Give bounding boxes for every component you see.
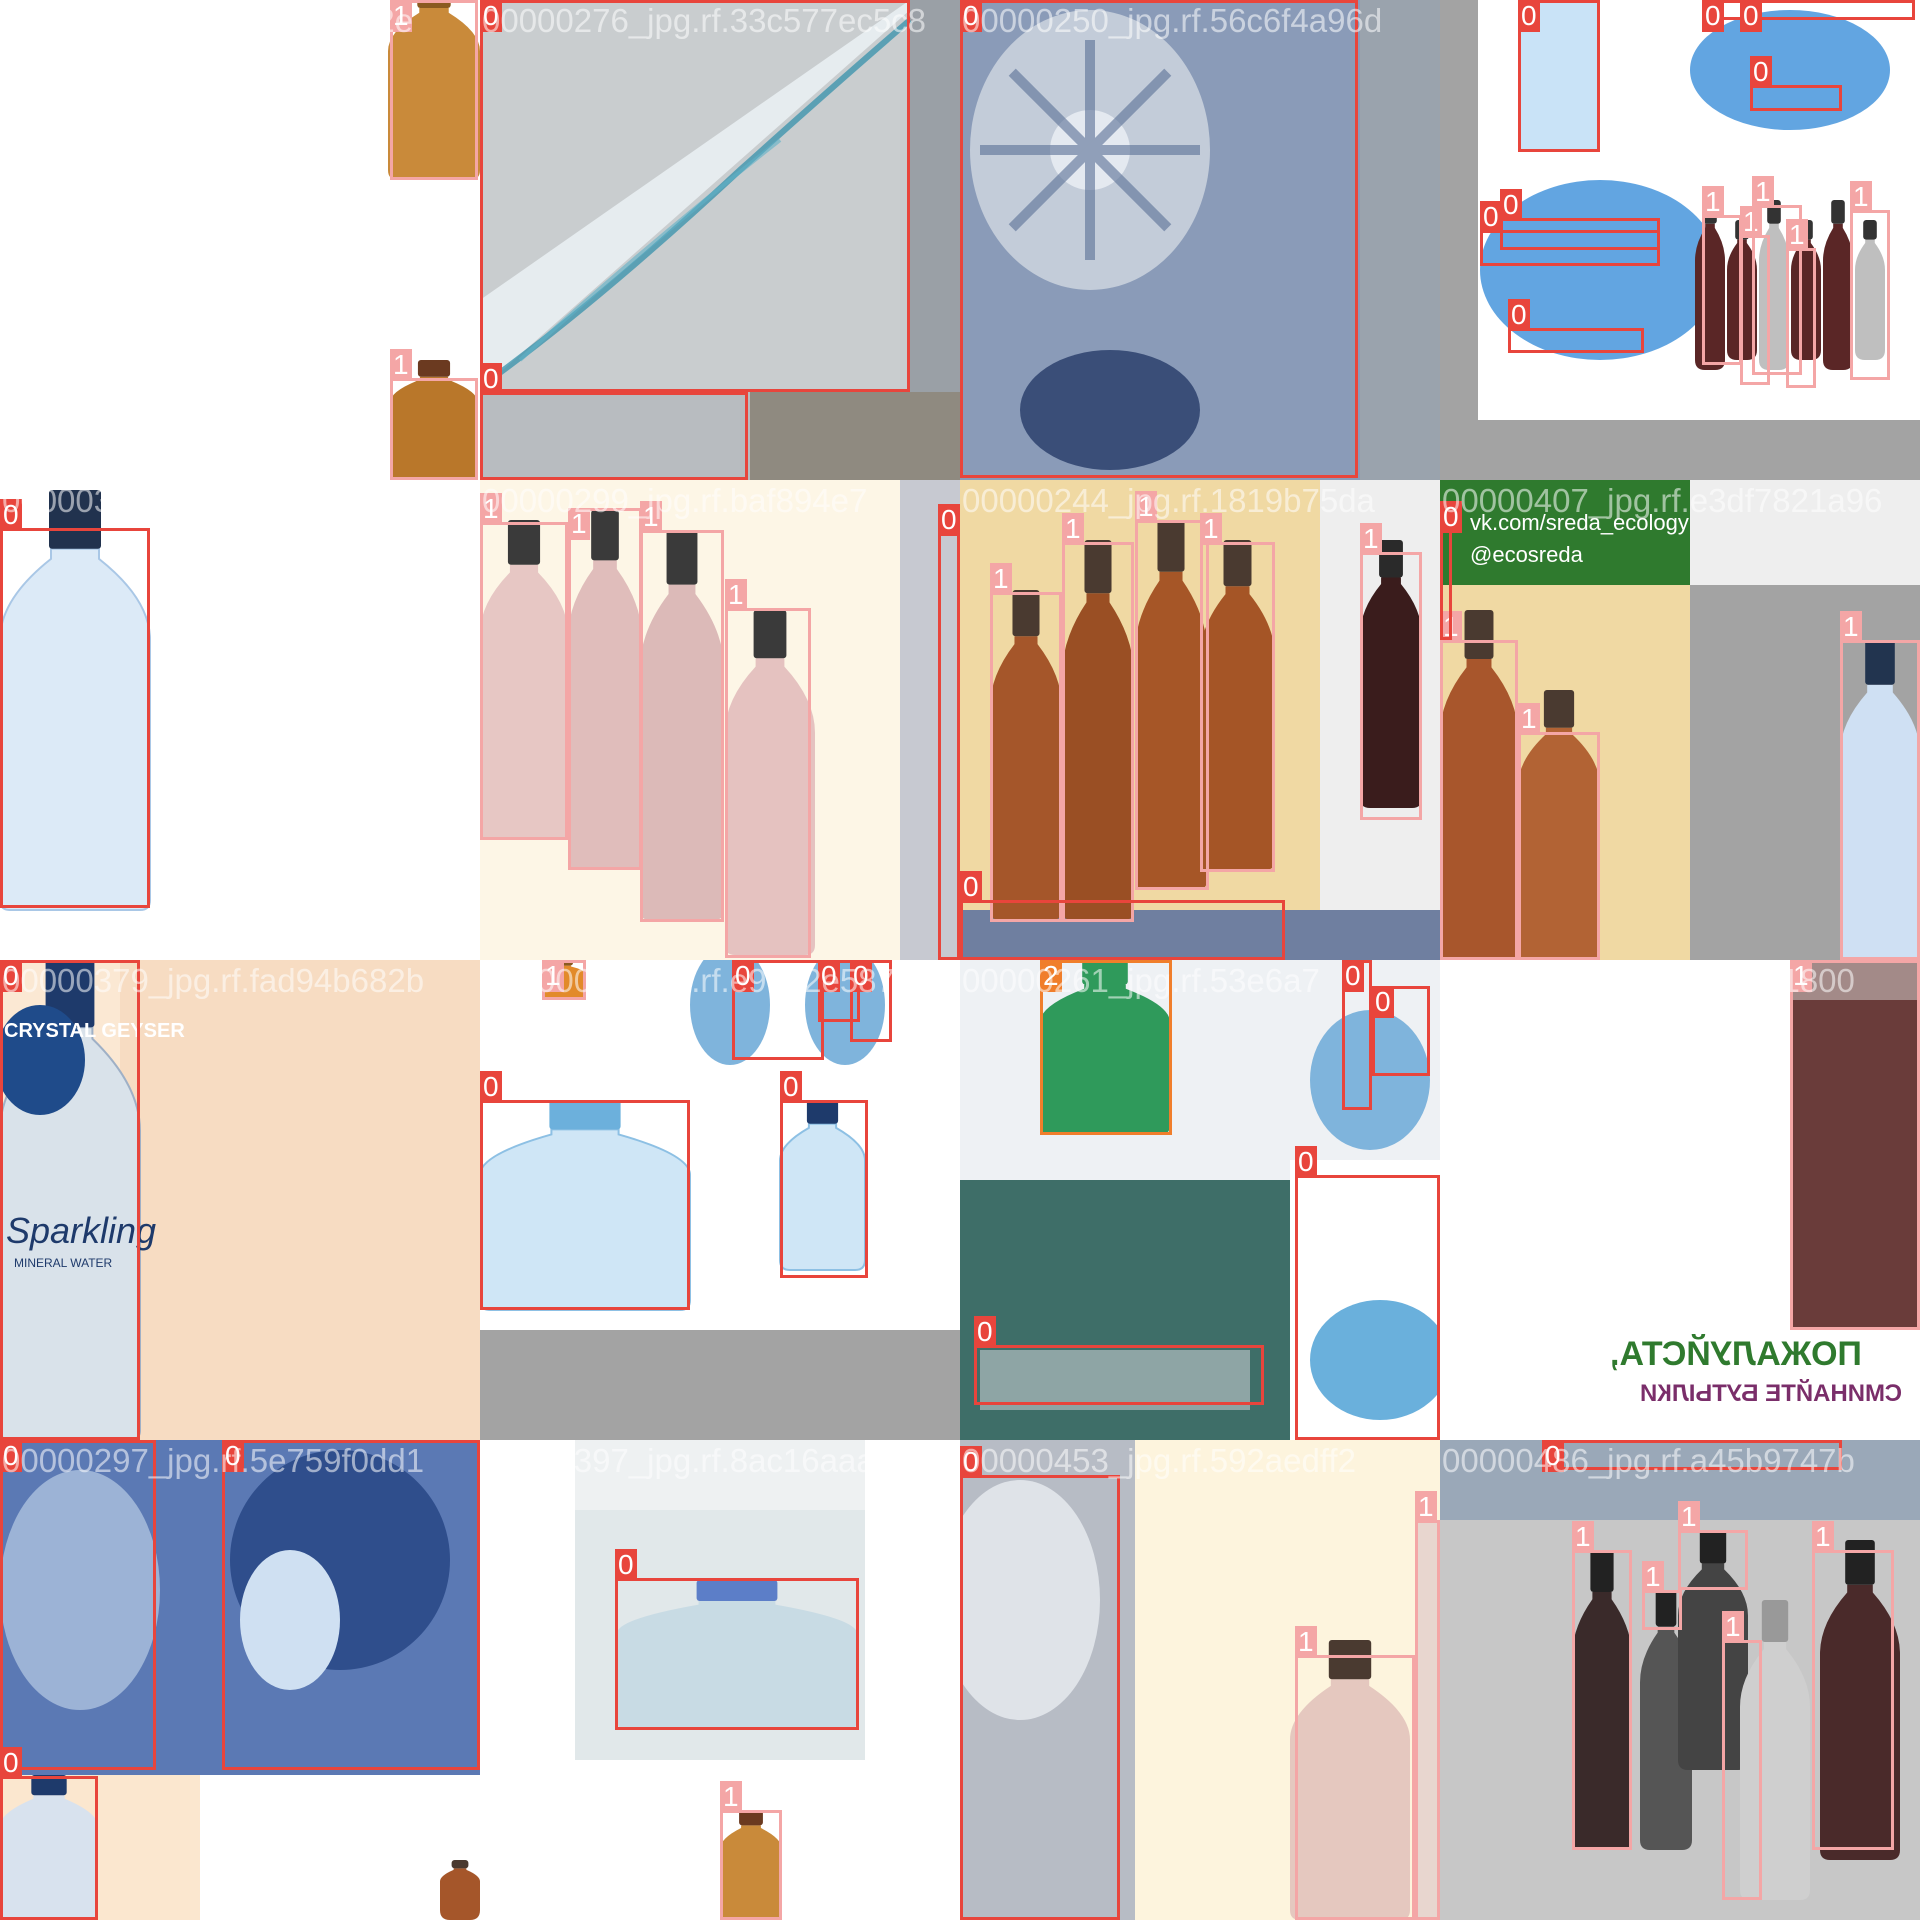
- mosaic-tile: 0 00000250_jpg.rf.56c6f4a96d: [960, 0, 1440, 480]
- tile-photo: [0, 0, 480, 480]
- tile-photo: [480, 480, 960, 960]
- tile-photo: [960, 480, 1440, 960]
- tile-photo: [480, 960, 960, 1440]
- tile-photo: [960, 1440, 1440, 1920]
- tile-photo: [1440, 0, 1920, 480]
- mosaic-tile: 1 0 0 0 0 0 00000027_jpg.rf.e9072e587: [480, 960, 960, 1440]
- tile-photo: [0, 1440, 480, 1920]
- tile-filename: 00000276_jpg.rf.33c577ec5c8: [482, 2, 927, 39]
- mosaic-tile: 0 0 00000276_jpg.rf.33c577ec5c8: [480, 0, 960, 480]
- tile-filename: 00000407_jpg.rf.e3df7821a96: [1442, 482, 1883, 519]
- tile-filename: 00000486_jpg.rf.a45b9747b: [1442, 1442, 1855, 1479]
- mosaic-tile: CRYSTAL GEYSER Sparkling MINERAL WATER 0 000…: [0, 960, 480, 1440]
- detection-mosaic: 1 1 00000320_jpg.rf.b69c2122e 0 0 00000276_jp…: [0, 0, 1920, 1920]
- mosaic-tile: 0 00000386_jpg.rf.4f96fa719e: [0, 480, 480, 960]
- image-text: CRYSTAL GEYSER: [4, 1020, 185, 1042]
- mosaic-tile: 1 1 00000320_jpg.rf.b69c2122e: [0, 0, 480, 480]
- image-text: СМИНАЙТЕ БУТЫЛКИ: [1640, 1380, 1902, 1407]
- tile-filename: 00000261_jpg.rf.53e6a7: [962, 962, 1320, 999]
- tile-filename: 00000320_jpg.rf.b69c2122e: [2, 2, 414, 39]
- image-text: Sparkling: [6, 1210, 157, 1251]
- tile-photo: [960, 0, 1440, 480]
- mosaic-tile: vk.com/sreda_ecology @ecosreda 1 1 1 0 0000040…: [1440, 480, 1920, 960]
- image-text: MINERAL WATER: [14, 1256, 113, 1270]
- tile-photo: [480, 1440, 960, 1920]
- image-text: @ecosreda: [1470, 542, 1583, 567]
- tile-filename: 00000299_jpg.rf.baf894e7: [482, 482, 868, 519]
- mosaic-tile: 1 1 1 1 1 0 00000244_jpg.rf.1819b75da: [960, 480, 1440, 960]
- mosaic-tile: 000000011111: [1440, 0, 1920, 480]
- mosaic-tile: 0 0 0 00000297_jpg.rf.5e759f0dd1: [0, 1440, 480, 1920]
- tile-filename: 00000386_jpg.rf.4f96fa719e: [2, 482, 415, 519]
- tile-filename: 00000453_jpg.rf.592aedff2: [962, 1442, 1356, 1479]
- image-text: ПОЖАЛУЙСТА,: [1610, 1335, 1862, 1373]
- tile-photo: [960, 960, 1440, 1440]
- tile-filename: 00000250_jpg.rf.56c6f4a96d: [962, 2, 1383, 39]
- mosaic-tile: 0 1 00000397_jpg.rf.8ac16aaab: [480, 1440, 960, 1920]
- tile-photo: [480, 0, 960, 480]
- tile-filename: 00000284_jpg.rf.806241800: [1442, 962, 1855, 999]
- tile-filename: 00000397_jpg.rf.8ac16aaab: [482, 1442, 894, 1479]
- tile-filename: 00000297_jpg.rf.5e759f0dd1: [2, 1442, 425, 1479]
- tile-photo: [0, 480, 480, 960]
- tile-filename: 00000379_jpg.rf.fad94b682b: [2, 962, 425, 999]
- tile-photo: [1440, 1440, 1920, 1920]
- mosaic-tile: 1 1 1 1 0 00000299_jpg.rf.baf894e7: [480, 480, 960, 960]
- tile-filename: 00000027_jpg.rf.e9072e587: [482, 962, 895, 999]
- mosaic-tile: 0 1 1 00000453_jpg.rf.592aedff2: [960, 1440, 1440, 1920]
- tile-filename: 00000244_jpg.rf.1819b75da: [962, 482, 1375, 519]
- mosaic-tile: ПОЖАЛУЙСТА, СМИНАЙТЕ БУТЫЛКИ 1 00000284_jpg…: [1440, 960, 1920, 1440]
- mosaic-tile: 2 0 0 0 0 00000261_jpg.rf.53e6a7: [960, 960, 1440, 1440]
- mosaic-tile: 0 1 1 1 1 1 00000486_jpg.rf.a45b9747b: [1440, 1440, 1920, 1920]
